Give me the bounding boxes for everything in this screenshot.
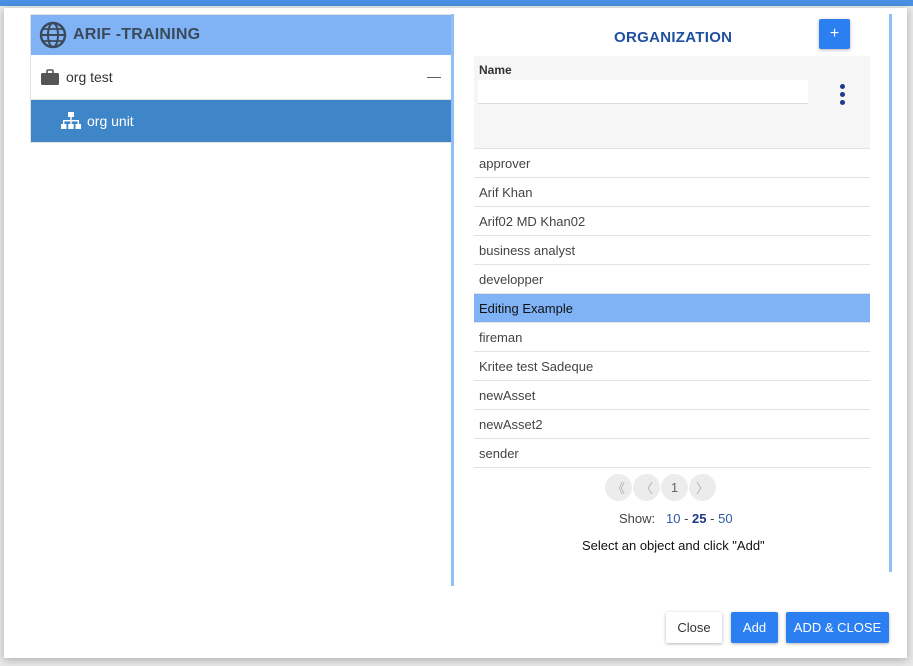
close-button[interactable]: Close	[666, 612, 722, 643]
add-button[interactable]: Add	[731, 612, 778, 643]
filter-area: Name	[474, 56, 870, 148]
tree-root[interactable]: ARIF -TRAINING	[31, 15, 451, 55]
list-item[interactable]: newAsset	[474, 380, 870, 409]
add-organization-button[interactable]: +	[819, 19, 850, 49]
separator: -	[710, 511, 715, 526]
list-item[interactable]: Kritee test Sadeque	[474, 351, 870, 380]
scrollbar-track[interactable]	[889, 14, 892, 572]
current-page[interactable]: 1	[661, 474, 688, 501]
page-size-25[interactable]: 25	[692, 511, 706, 526]
pagination: 《 〈 1 〉	[605, 474, 716, 501]
more-options-icon[interactable]	[838, 84, 846, 108]
separator: -	[684, 511, 689, 526]
organization-list: approver Arif Khan Arif02 MD Khan02 busi…	[474, 148, 870, 468]
list-item[interactable]: Arif02 MD Khan02	[474, 206, 870, 235]
list-item[interactable]: newAsset2	[474, 409, 870, 438]
tree-item-org-test[interactable]: org test —	[31, 55, 451, 100]
add-and-close-button[interactable]: ADD & CLOSE	[786, 612, 889, 643]
panel-title: ORGANIZATION	[614, 29, 733, 46]
pane-divider	[451, 14, 454, 586]
organization-picker-dialog: ARIF -TRAINING org test — org unit ORGAN…	[4, 8, 907, 658]
sitemap-icon	[61, 112, 81, 129]
globe-icon	[39, 21, 67, 49]
page-size-10[interactable]: 10	[666, 511, 680, 526]
background-app-bar	[0, 0, 913, 6]
page-size-selector: Show: 10 - 25 - 50	[619, 511, 733, 526]
next-page-button[interactable]: 〉	[689, 474, 716, 501]
instruction-text: Select an object and click "Add"	[582, 538, 765, 553]
org-tree: ARIF -TRAINING org test — org unit	[30, 14, 452, 143]
collapse-toggle[interactable]: —	[427, 68, 441, 84]
list-item-selected[interactable]: Editing Example	[474, 293, 870, 322]
list-item[interactable]: Arif Khan	[474, 177, 870, 206]
page-size-50[interactable]: 50	[718, 511, 732, 526]
list-item[interactable]: developper	[474, 264, 870, 293]
tree-item-org-unit[interactable]: org unit	[31, 100, 451, 142]
tree-item-label: org unit	[87, 113, 134, 129]
name-filter-input[interactable]	[478, 80, 808, 104]
name-filter-label: Name	[479, 63, 512, 77]
briefcase-icon	[41, 69, 59, 85]
page-size-label: Show:	[619, 511, 656, 526]
tree-root-label: ARIF -TRAINING	[73, 26, 201, 43]
list-item[interactable]: approver	[474, 148, 870, 177]
list-item[interactable]: sender	[474, 438, 870, 468]
first-page-button[interactable]: 《	[605, 474, 632, 501]
tree-item-label: org test	[66, 69, 113, 85]
list-item[interactable]: business analyst	[474, 235, 870, 264]
list-item[interactable]: fireman	[474, 322, 870, 351]
prev-page-button[interactable]: 〈	[633, 474, 660, 501]
